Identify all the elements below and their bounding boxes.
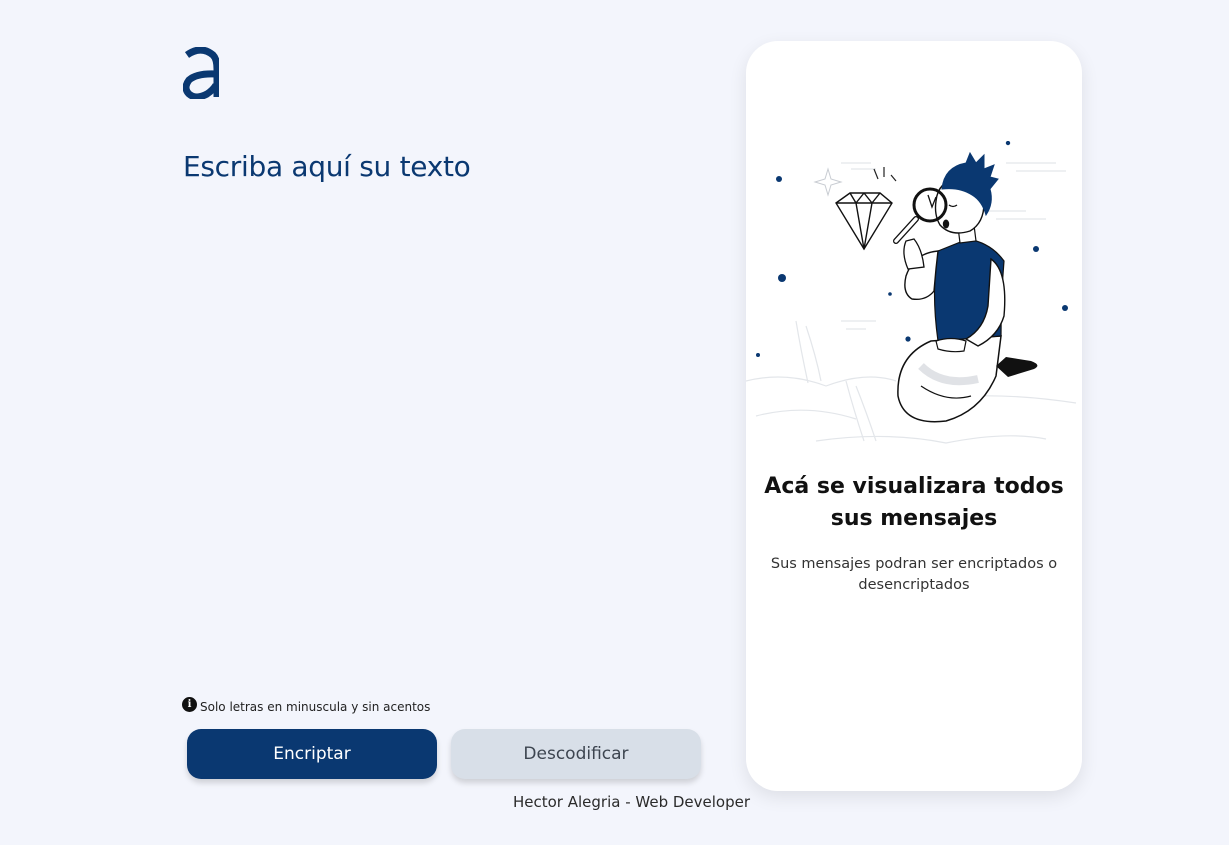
encrypt-button[interactable]: Encriptar (187, 729, 437, 779)
output-panel: Acá se visualizara todos sus mensajes Su… (746, 41, 1082, 791)
person-with-magnifying-glass-illustration (746, 141, 1077, 444)
message-input[interactable] (183, 150, 703, 670)
output-title: Acá se visualizara todos sus mensajes (764, 474, 1064, 531)
output-subtitle: Sus mensajes podran ser encriptados o de… (770, 556, 1058, 593)
footer-credit: Hector Alegria - Web Developer (512, 793, 751, 811)
input-hint: i Solo letras en minuscula y sin acentos (182, 696, 431, 716)
decrypt-button[interactable]: Descodificar (451, 729, 701, 779)
hint-text: Solo letras en minuscula y sin acentos (200, 700, 431, 714)
info-icon: i (182, 696, 197, 712)
alura-logo-icon (183, 47, 219, 99)
